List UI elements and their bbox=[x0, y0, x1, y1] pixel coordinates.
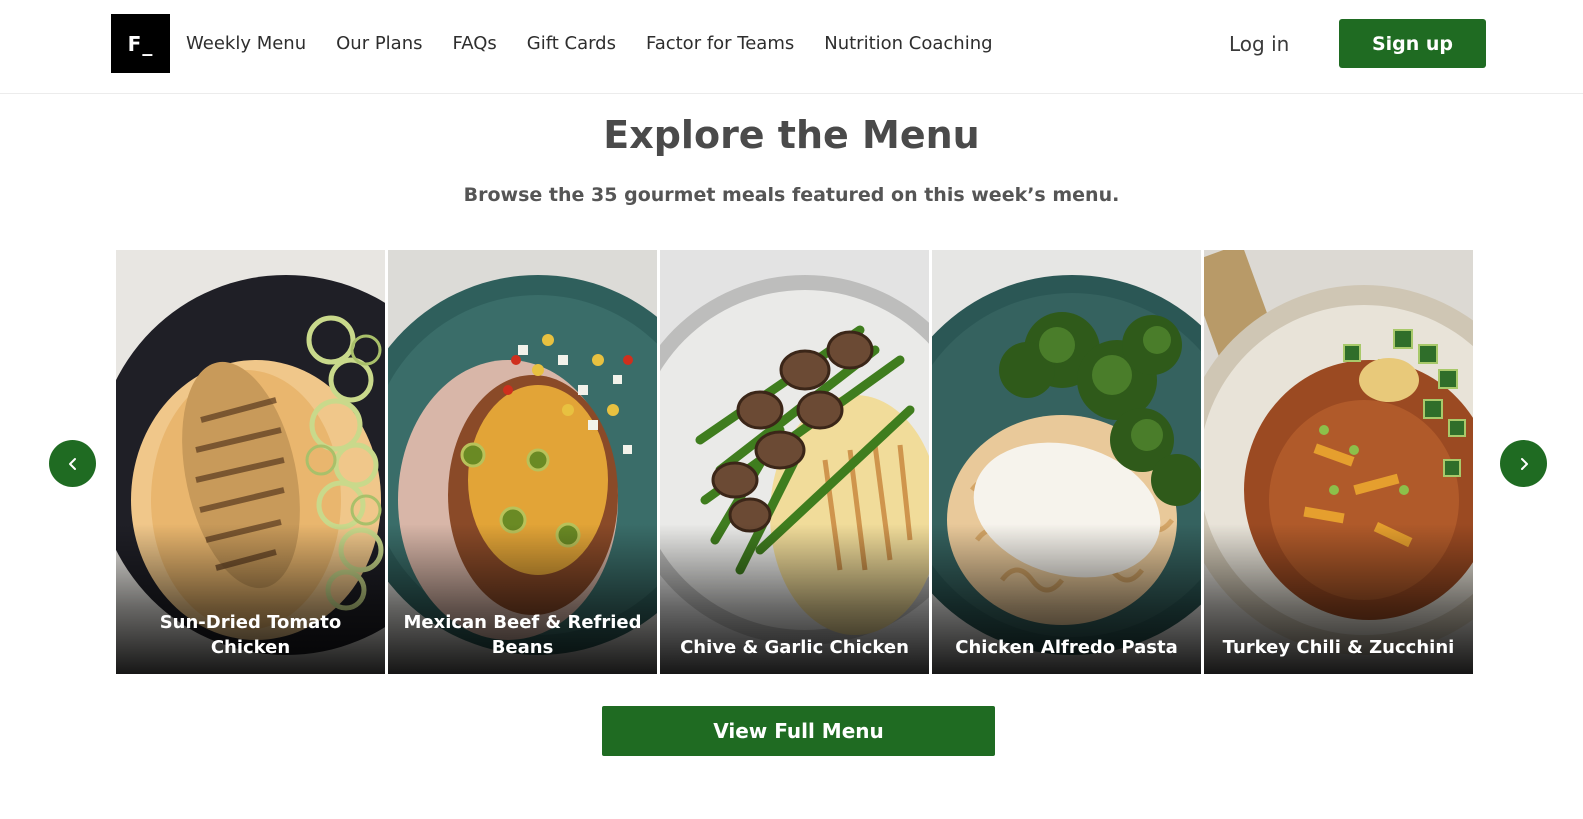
meal-card[interactable]: Mexican Beef & Refried Beans bbox=[388, 250, 657, 674]
nav-gift-cards[interactable]: Gift Cards bbox=[527, 30, 616, 58]
main-nav: Weekly Menu Our Plans FAQs Gift Cards Fa… bbox=[186, 30, 1023, 58]
view-full-menu-button[interactable]: View Full Menu bbox=[602, 706, 995, 756]
meal-name: Chicken Alfredo Pasta bbox=[955, 637, 1178, 658]
nav-our-plans[interactable]: Our Plans bbox=[336, 30, 422, 58]
meal-name: Chive & Garlic Chicken bbox=[680, 637, 909, 658]
meal-card[interactable]: Turkey Chili & Zucchini bbox=[1204, 250, 1473, 674]
meal-name: Mexican Beef & Refried Beans bbox=[403, 612, 642, 658]
nav-nutrition-coaching[interactable]: Nutrition Coaching bbox=[824, 30, 992, 58]
carousel-next-button[interactable] bbox=[1500, 440, 1547, 487]
meal-card[interactable]: Chive & Garlic Chicken bbox=[660, 250, 929, 674]
nav-weekly-menu[interactable]: Weekly Menu bbox=[186, 30, 306, 58]
meal-name: Sun-Dried Tomato Chicken bbox=[159, 612, 342, 658]
factor-logo[interactable]: F_ bbox=[111, 14, 170, 73]
meal-card[interactable]: Chicken Alfredo Pasta bbox=[932, 250, 1201, 674]
meal-carousel: Sun-Dried Tomato Chicken Mexican Beef & … bbox=[116, 250, 1486, 674]
meal-card[interactable]: Sun-Dried Tomato Chicken bbox=[116, 250, 385, 674]
meal-name: Turkey Chili & Zucchini bbox=[1222, 637, 1455, 658]
site-header: F_ Weekly Menu Our Plans FAQs Gift Cards… bbox=[0, 0, 1583, 94]
carousel-prev-button[interactable] bbox=[49, 440, 96, 487]
nav-factor-for-teams[interactable]: Factor for Teams bbox=[646, 30, 794, 58]
chevron-right-icon bbox=[1520, 457, 1528, 470]
chevron-left-icon bbox=[68, 457, 76, 470]
page-title: Explore the Menu bbox=[603, 113, 980, 157]
signup-button[interactable]: Sign up bbox=[1339, 19, 1486, 68]
page-subtitle: Browse the 35 gourmet meals featured on … bbox=[463, 184, 1120, 206]
nav-faqs[interactable]: FAQs bbox=[453, 30, 497, 58]
login-link[interactable]: Log in bbox=[1229, 30, 1289, 58]
